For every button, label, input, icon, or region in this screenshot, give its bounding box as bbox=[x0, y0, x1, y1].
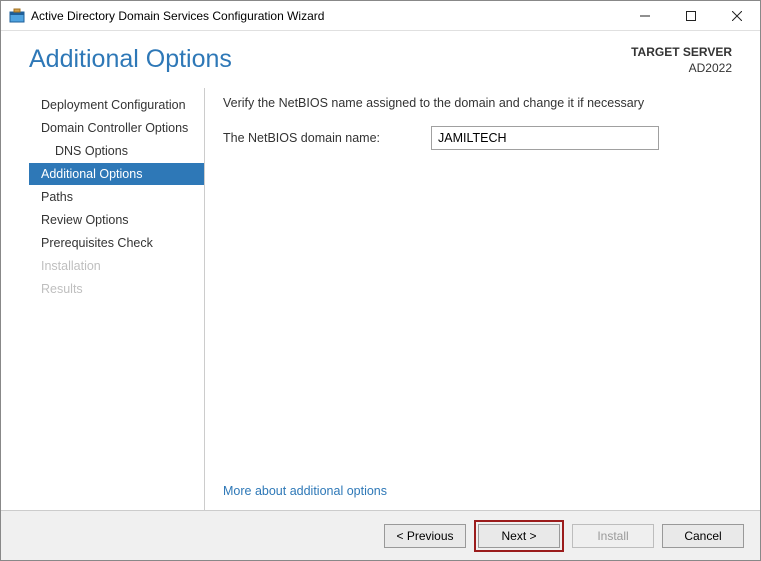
next-button[interactable]: Next > bbox=[478, 524, 560, 548]
target-server-info: TARGET SERVER AD2022 bbox=[631, 45, 732, 76]
sidebar-item-additional-options[interactable]: Additional Options bbox=[29, 163, 204, 185]
sidebar-item-prerequisites-check[interactable]: Prerequisites Check bbox=[29, 232, 204, 254]
minimize-button[interactable] bbox=[622, 1, 668, 30]
netbios-label: The NetBIOS domain name: bbox=[223, 131, 431, 145]
sidebar-item-review-options[interactable]: Review Options bbox=[29, 209, 204, 231]
sidebar-item-paths[interactable]: Paths bbox=[29, 186, 204, 208]
install-button: Install bbox=[572, 524, 654, 548]
footer: < Previous Next > Install Cancel bbox=[1, 510, 760, 560]
more-about-link[interactable]: More about additional options bbox=[223, 484, 732, 498]
netbios-field-row: The NetBIOS domain name: bbox=[223, 126, 732, 150]
cancel-button[interactable]: Cancel bbox=[662, 524, 744, 548]
netbios-input[interactable] bbox=[431, 126, 659, 150]
instruction-text: Verify the NetBIOS name assigned to the … bbox=[223, 96, 732, 110]
wizard-window: Active Directory Domain Services Configu… bbox=[0, 0, 761, 561]
sidebar-item-deployment-configuration[interactable]: Deployment Configuration bbox=[29, 94, 204, 116]
app-icon bbox=[9, 8, 25, 24]
target-server-label: TARGET SERVER bbox=[631, 45, 732, 61]
body: Deployment Configuration Domain Controll… bbox=[1, 84, 760, 510]
sidebar-item-domain-controller-options[interactable]: Domain Controller Options bbox=[29, 117, 204, 139]
titlebar: Active Directory Domain Services Configu… bbox=[1, 1, 760, 31]
sidebar-item-installation: Installation bbox=[29, 255, 204, 277]
close-button[interactable] bbox=[714, 1, 760, 30]
previous-button[interactable]: < Previous bbox=[384, 524, 466, 548]
header: Additional Options TARGET SERVER AD2022 bbox=[1, 31, 760, 84]
content-area: Verify the NetBIOS name assigned to the … bbox=[205, 88, 732, 510]
target-server-value: AD2022 bbox=[631, 61, 732, 77]
sidebar: Deployment Configuration Domain Controll… bbox=[29, 88, 205, 510]
sidebar-item-dns-options[interactable]: DNS Options bbox=[29, 140, 204, 162]
window-controls bbox=[622, 1, 760, 30]
page-title: Additional Options bbox=[29, 45, 232, 74]
maximize-button[interactable] bbox=[668, 1, 714, 30]
next-button-highlight: Next > bbox=[474, 520, 564, 552]
window-title: Active Directory Domain Services Configu… bbox=[31, 9, 324, 23]
sidebar-item-results: Results bbox=[29, 278, 204, 300]
